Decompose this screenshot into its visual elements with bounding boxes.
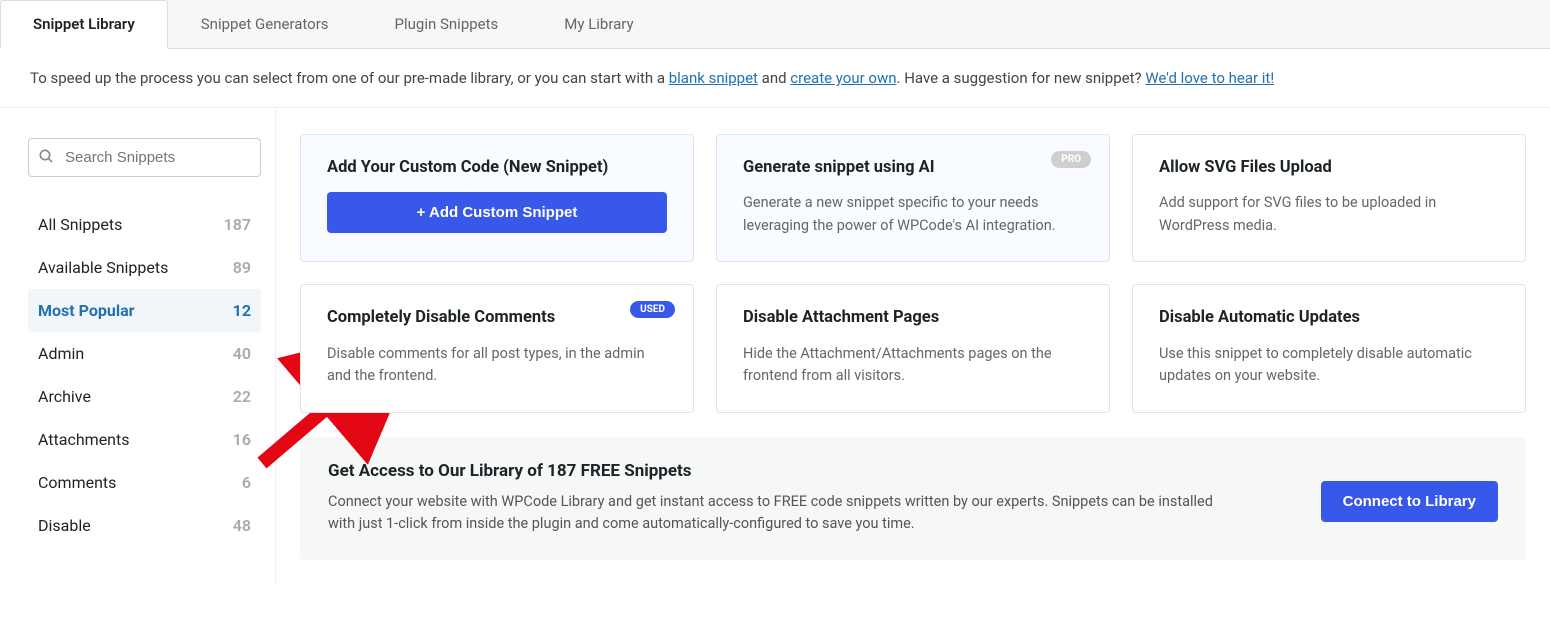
intro-text: To speed up the process you can select f… bbox=[0, 49, 1550, 108]
cat-count: 89 bbox=[233, 258, 251, 277]
card-title: Disable Automatic Updates bbox=[1159, 307, 1499, 328]
intro-mid1: and bbox=[758, 69, 790, 87]
tab-snippet-generators[interactable]: Snippet Generators bbox=[168, 0, 362, 48]
card-disable-comments[interactable]: USED Completely Disable Comments Disable… bbox=[300, 284, 694, 412]
tab-plugin-snippets[interactable]: Plugin Snippets bbox=[362, 0, 532, 48]
cat-attachments[interactable]: Attachments 16 bbox=[28, 418, 261, 461]
search-icon bbox=[38, 148, 54, 168]
card-title: Allow SVG Files Upload bbox=[1159, 157, 1499, 178]
cat-disable[interactable]: Disable 48 bbox=[28, 504, 261, 547]
card-disable-updates[interactable]: Disable Automatic Updates Use this snipp… bbox=[1132, 284, 1526, 412]
cat-count: 48 bbox=[233, 516, 251, 535]
link-suggestion[interactable]: We'd love to hear it! bbox=[1145, 69, 1274, 87]
content-area: Add Your Custom Code (New Snippet) + Add… bbox=[276, 108, 1550, 584]
card-desc: Hide the Attachment/Attachments pages on… bbox=[743, 343, 1083, 388]
cat-all-snippets[interactable]: All Snippets 187 bbox=[28, 203, 261, 246]
cta-title: Get Access to Our Library of 187 FREE Sn… bbox=[328, 461, 1228, 481]
link-create-own[interactable]: create your own bbox=[790, 69, 896, 87]
category-list: All Snippets 187 Available Snippets 89 Mos… bbox=[28, 203, 261, 547]
cat-label: Disable bbox=[38, 516, 91, 535]
cat-archive[interactable]: Archive 22 bbox=[28, 375, 261, 418]
cat-label: Available Snippets bbox=[38, 258, 168, 277]
card-disable-attachment[interactable]: Disable Attachment Pages Hide the Attach… bbox=[716, 284, 1110, 412]
connect-to-library-button[interactable]: Connect to Library bbox=[1321, 481, 1498, 522]
cat-count: 187 bbox=[224, 215, 251, 234]
card-add-custom-code[interactable]: Add Your Custom Code (New Snippet) + Add… bbox=[300, 134, 694, 262]
cta-desc: Connect your website with WPCode Library… bbox=[328, 491, 1228, 536]
link-blank-snippet[interactable]: blank snippet bbox=[669, 69, 758, 87]
add-custom-snippet-button[interactable]: + Add Custom Snippet bbox=[327, 192, 667, 233]
cat-label: All Snippets bbox=[38, 215, 122, 234]
pro-badge: PRO bbox=[1051, 151, 1091, 168]
cat-label: Admin bbox=[38, 344, 84, 363]
card-allow-svg[interactable]: Allow SVG Files Upload Add support for S… bbox=[1132, 134, 1526, 262]
card-title: Generate snippet using AI bbox=[743, 157, 1083, 178]
card-title: Completely Disable Comments bbox=[327, 307, 667, 328]
cat-admin[interactable]: Admin 40 bbox=[28, 332, 261, 375]
cat-count: 40 bbox=[233, 344, 251, 363]
cat-label: Most Popular bbox=[38, 301, 135, 320]
cta-box: Get Access to Our Library of 187 FREE Sn… bbox=[300, 437, 1526, 560]
card-generate-ai[interactable]: PRO Generate snippet using AI Generate a… bbox=[716, 134, 1110, 262]
cat-label: Archive bbox=[38, 387, 91, 406]
intro-mid2: . Have a suggestion for new snippet? bbox=[897, 69, 1146, 87]
tab-my-library[interactable]: My Library bbox=[531, 0, 666, 48]
cat-available-snippets[interactable]: Available Snippets 89 bbox=[28, 246, 261, 289]
search-wrap bbox=[28, 138, 261, 177]
card-desc: Disable comments for all post types, in … bbox=[327, 343, 667, 388]
cat-most-popular[interactable]: Most Popular 12 bbox=[28, 289, 261, 332]
cat-count: 22 bbox=[233, 387, 251, 406]
cards-grid: Add Your Custom Code (New Snippet) + Add… bbox=[300, 134, 1526, 413]
tab-snippet-library[interactable]: Snippet Library bbox=[0, 0, 168, 49]
card-title: Add Your Custom Code (New Snippet) bbox=[327, 157, 667, 178]
used-badge: USED bbox=[630, 301, 675, 318]
sidebar: All Snippets 187 Available Snippets 89 Mos… bbox=[0, 108, 276, 584]
cat-label: Attachments bbox=[38, 430, 130, 449]
card-title: Disable Attachment Pages bbox=[743, 307, 1083, 328]
search-input[interactable] bbox=[28, 138, 261, 177]
card-desc: Generate a new snippet specific to your … bbox=[743, 192, 1083, 237]
cat-label: Comments bbox=[38, 473, 116, 492]
tabs-bar: Snippet Library Snippet Generators Plugi… bbox=[0, 0, 1550, 49]
card-desc: Add support for SVG files to be uploaded… bbox=[1159, 192, 1499, 237]
cat-count: 6 bbox=[242, 473, 251, 492]
cat-count: 16 bbox=[233, 430, 251, 449]
cat-comments[interactable]: Comments 6 bbox=[28, 461, 261, 504]
cta-text: Get Access to Our Library of 187 FREE Sn… bbox=[328, 461, 1228, 536]
card-desc: Use this snippet to completely disable a… bbox=[1159, 343, 1499, 388]
cat-count: 12 bbox=[233, 301, 251, 320]
intro-prefix: To speed up the process you can select f… bbox=[30, 69, 669, 87]
